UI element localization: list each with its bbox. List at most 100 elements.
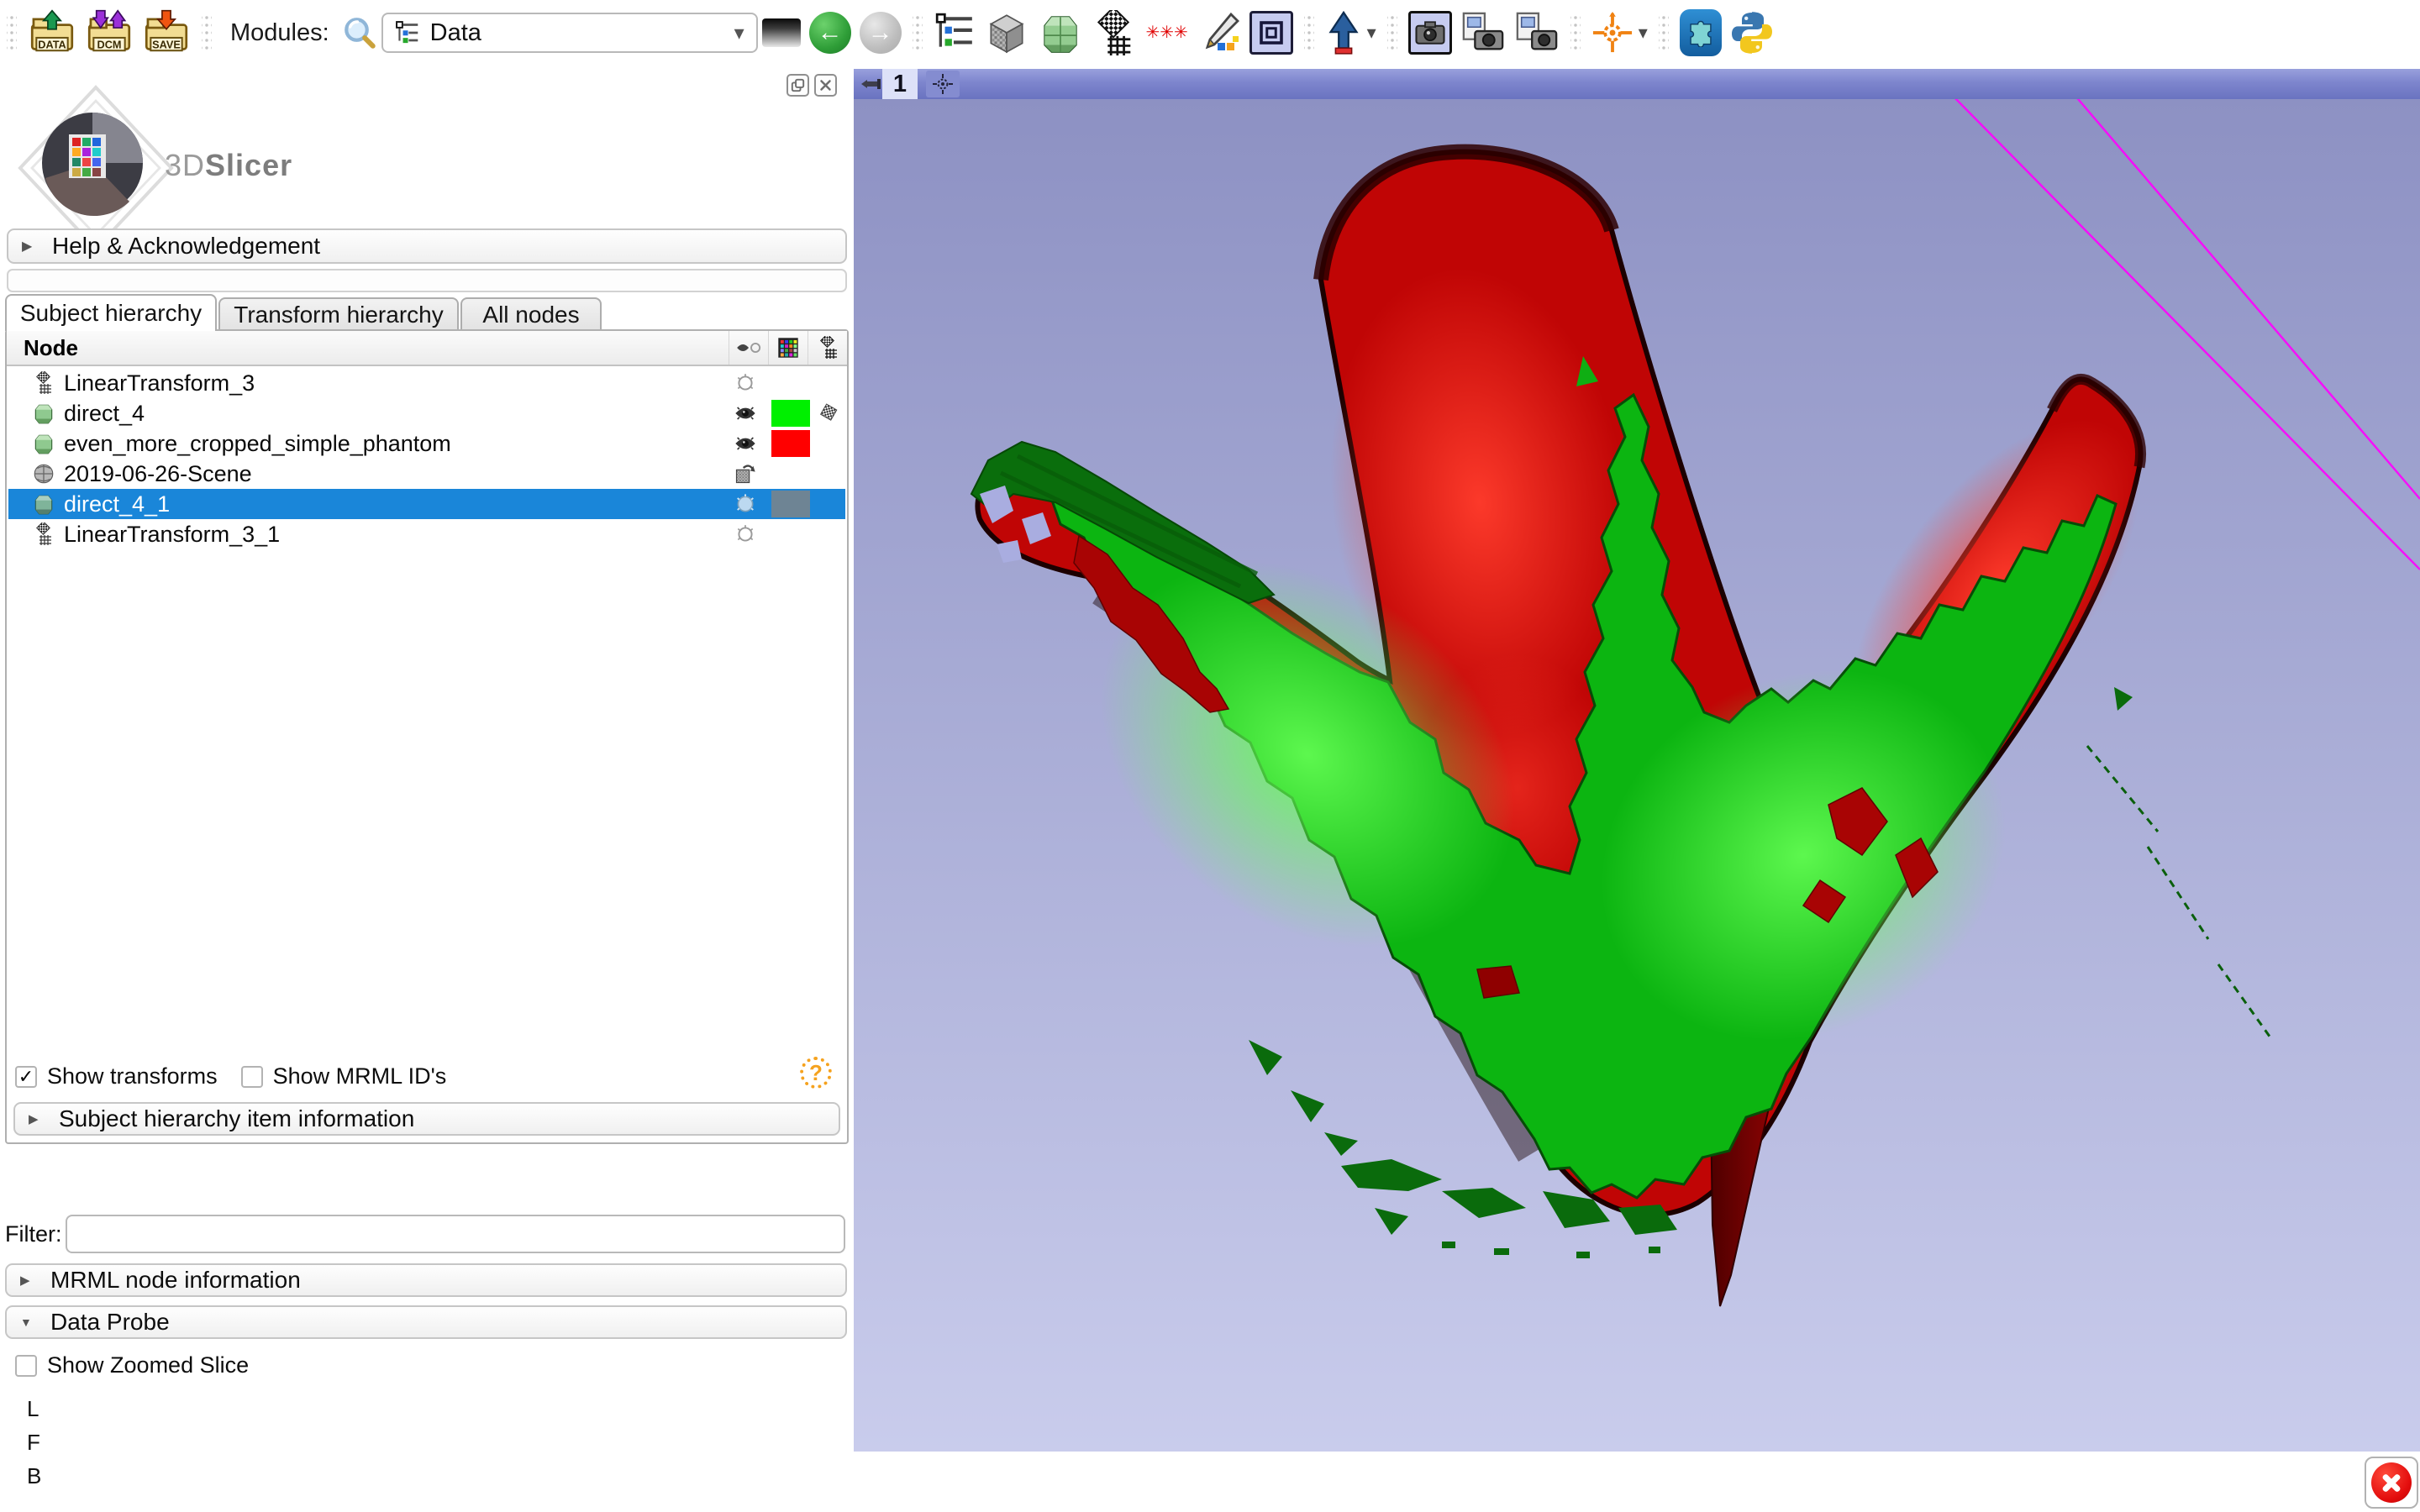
model-node-icon	[32, 492, 55, 516]
python-console-button[interactable]	[1730, 11, 1774, 55]
module-back-button[interactable]: ←	[809, 12, 851, 54]
pin-arrow-icon	[1325, 11, 1362, 55]
visibility-toggle-dot[interactable]	[728, 489, 763, 519]
eye-closed-icon	[734, 523, 756, 545]
undock-panel-button[interactable]	[786, 74, 809, 97]
layout-selector-button[interactable]	[1249, 11, 1293, 55]
transform-icon	[1092, 10, 1137, 55]
transform-column-header[interactable]	[808, 331, 847, 365]
show-mrml-ids-checkbox[interactable]	[241, 1066, 263, 1088]
threed-view[interactable]: 1	[854, 69, 2420, 1452]
table-row-selected[interactable]: direct_4_1	[8, 489, 845, 519]
filter-input[interactable]	[66, 1215, 845, 1253]
capture-scene-view-button[interactable]	[1460, 11, 1506, 55]
scene-node-icon	[32, 462, 55, 486]
restore-scene-view-button[interactable]	[1514, 11, 1560, 55]
markups-module-button[interactable]: ✳✳✳	[1145, 27, 1189, 39]
puzzle-icon	[1680, 9, 1722, 56]
view-options-button[interactable]	[926, 71, 960, 97]
table-row[interactable]: direct_4	[8, 398, 845, 428]
visibility-toggle-hidden[interactable]	[728, 519, 763, 549]
help-acknowledgement-section[interactable]: ▶ Help & Acknowledgement	[7, 228, 847, 264]
toolbar-drag-handle[interactable]	[1570, 13, 1581, 52]
svg-text:SAVE: SAVE	[152, 39, 181, 51]
color-column-header[interactable]	[768, 331, 808, 365]
threed-scene[interactable]	[854, 99, 2420, 1452]
node-column-header: Node	[24, 335, 729, 361]
crosshair-icon	[1591, 12, 1634, 54]
back-arrow-icon: ←	[809, 12, 851, 54]
color-swatch[interactable]	[771, 491, 810, 517]
volumes-module-button[interactable]	[984, 10, 1029, 55]
transform-node-icon	[32, 371, 55, 395]
show-zoomed-slice-checkbox[interactable]	[15, 1355, 37, 1377]
scene-visibility-icon[interactable]	[728, 459, 763, 489]
pin-icon[interactable]	[860, 76, 884, 92]
model-node-icon	[32, 402, 55, 425]
help-button[interactable]: ?	[800, 1057, 832, 1089]
models-module-button[interactable]	[1038, 10, 1083, 55]
show-transforms-label: Show transforms	[47, 1063, 218, 1089]
table-row[interactable]: 2019-06-26-Scene	[8, 459, 845, 489]
slicer-logo: 3DSlicer	[12, 84, 297, 252]
toolbar-drag-handle[interactable]	[202, 13, 212, 52]
view-crosshair-icon	[932, 73, 954, 95]
toolbar-drag-handle[interactable]	[913, 13, 923, 52]
module-selected-value: Data	[430, 19, 734, 47]
mrml-node-info-section[interactable]: ▶ MRML node information	[5, 1263, 847, 1297]
scene-restore-icon	[1514, 11, 1560, 55]
save-button[interactable]: SAVE	[142, 9, 191, 56]
table-row[interactable]: LinearTransform_3_1	[8, 519, 845, 549]
hierarchy-tree-icon	[934, 12, 976, 54]
extensions-manager-button[interactable]	[1680, 9, 1722, 56]
data-probe-section[interactable]: ▼ Data Probe	[5, 1305, 847, 1339]
color-swatch[interactable]	[771, 400, 810, 427]
dicom-button[interactable]: DCM	[85, 9, 134, 56]
dicom-folder-icon: DCM	[85, 9, 134, 56]
row-transform-icon[interactable]	[812, 398, 845, 428]
chevron-down-icon: ▾	[1367, 22, 1376, 44]
pencil-icon	[1197, 11, 1241, 55]
subject-hierarchy-frame: Node	[5, 329, 849, 1144]
tab-all-nodes[interactable]: All nodes	[460, 297, 602, 331]
annotations-module-button[interactable]	[1197, 11, 1241, 55]
markups-icon: ✳✳✳	[1145, 27, 1189, 39]
threed-view-header[interactable]: 1	[854, 69, 2420, 99]
module-selector-combobox[interactable]: Data ▾	[381, 13, 758, 53]
visibility-toggle-visible[interactable]	[728, 398, 763, 428]
module-panel: 3DSlicer ▶ Help & Acknowledgement Subjec…	[0, 66, 854, 1512]
chevron-down-icon: ▾	[734, 21, 744, 45]
view-label: 1	[882, 69, 918, 99]
close-icon	[2371, 1462, 2412, 1503]
toolbar-drag-handle[interactable]	[1659, 13, 1669, 52]
module-forward-button[interactable]: →	[860, 12, 902, 54]
screenshot-button[interactable]	[1408, 11, 1452, 55]
toolbar-drag-handle[interactable]	[1304, 13, 1314, 52]
color-swatch[interactable]	[771, 430, 810, 457]
toolbar-drag-handle[interactable]	[1387, 13, 1397, 52]
tree-header-row[interactable]: Node	[7, 331, 847, 366]
transforms-module-button[interactable]	[1092, 10, 1137, 55]
module-history-button[interactable]	[762, 18, 801, 47]
camera-icon	[1408, 11, 1452, 55]
table-row[interactable]: LinearTransform_3	[8, 368, 845, 398]
subject-hierarchy-module-button[interactable]	[934, 12, 976, 54]
subject-hierarchy-item-info-section[interactable]: ▶ Subject hierarchy item information	[13, 1102, 840, 1136]
svg-text:DATA: DATA	[38, 39, 66, 51]
load-data-button[interactable]: DATA	[28, 9, 76, 56]
mouse-interaction-button[interactable]: ▾	[1325, 11, 1376, 55]
close-application-button[interactable]	[2365, 1457, 2418, 1509]
visibility-toggle-hidden[interactable]	[728, 368, 763, 398]
visibility-toggle-visible[interactable]	[728, 428, 763, 459]
close-panel-button[interactable]	[814, 74, 837, 97]
module-search-button[interactable]	[342, 15, 377, 50]
palette-grid-icon	[777, 337, 799, 359]
eye-column-icon	[736, 339, 761, 357]
show-transforms-checkbox[interactable]: ✓	[15, 1066, 37, 1088]
table-row[interactable]: even_more_cropped_simple_phantom	[8, 428, 845, 459]
tab-transform-hierarchy[interactable]: Transform hierarchy	[218, 297, 459, 331]
visibility-column-header[interactable]	[729, 331, 768, 365]
tab-subject-hierarchy[interactable]: Subject hierarchy	[5, 294, 217, 331]
toolbar-drag-handle[interactable]	[7, 13, 17, 52]
crosshair-button[interactable]: ▾	[1591, 12, 1648, 54]
